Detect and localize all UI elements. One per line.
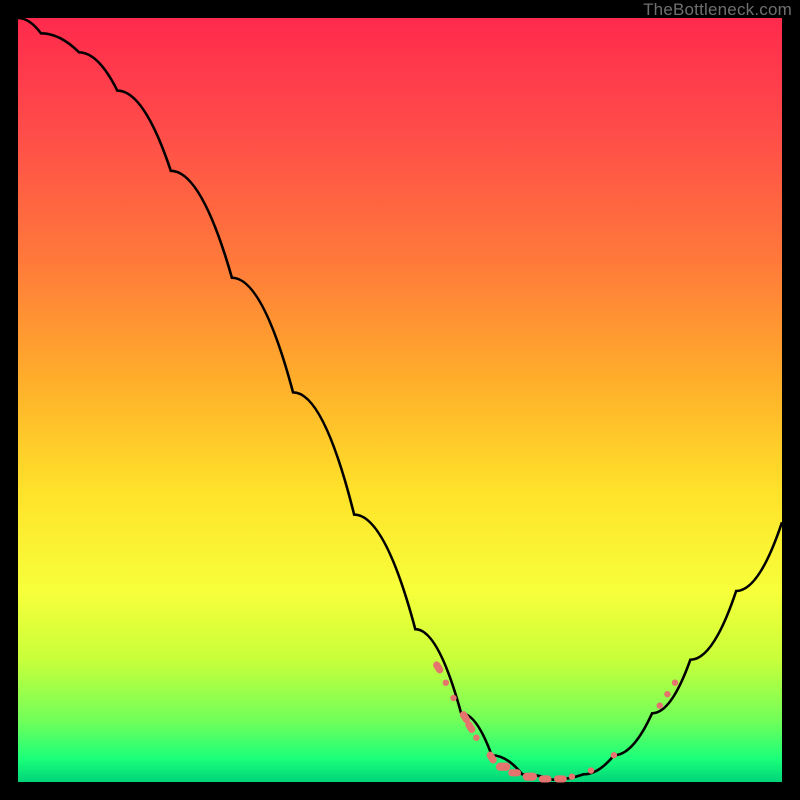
markers [432, 660, 678, 782]
data-marker [473, 734, 479, 740]
data-marker [664, 691, 670, 697]
data-marker [523, 773, 537, 781]
watermark-text: TheBottleneck.com [643, 0, 792, 20]
chart-frame: TheBottleneck.com [0, 0, 800, 800]
data-marker [611, 752, 617, 758]
data-marker [539, 775, 552, 782]
data-marker [508, 769, 521, 776]
data-marker [569, 773, 575, 779]
data-marker [672, 679, 678, 685]
data-marker [450, 695, 456, 701]
bottleneck-curve [18, 18, 782, 780]
data-marker [485, 750, 498, 765]
data-marker [554, 775, 567, 782]
data-marker [496, 763, 510, 771]
data-marker [657, 702, 663, 708]
chart-svg [18, 18, 782, 782]
data-marker [588, 767, 594, 773]
data-marker [443, 679, 449, 685]
chart-plot-area [18, 18, 782, 782]
